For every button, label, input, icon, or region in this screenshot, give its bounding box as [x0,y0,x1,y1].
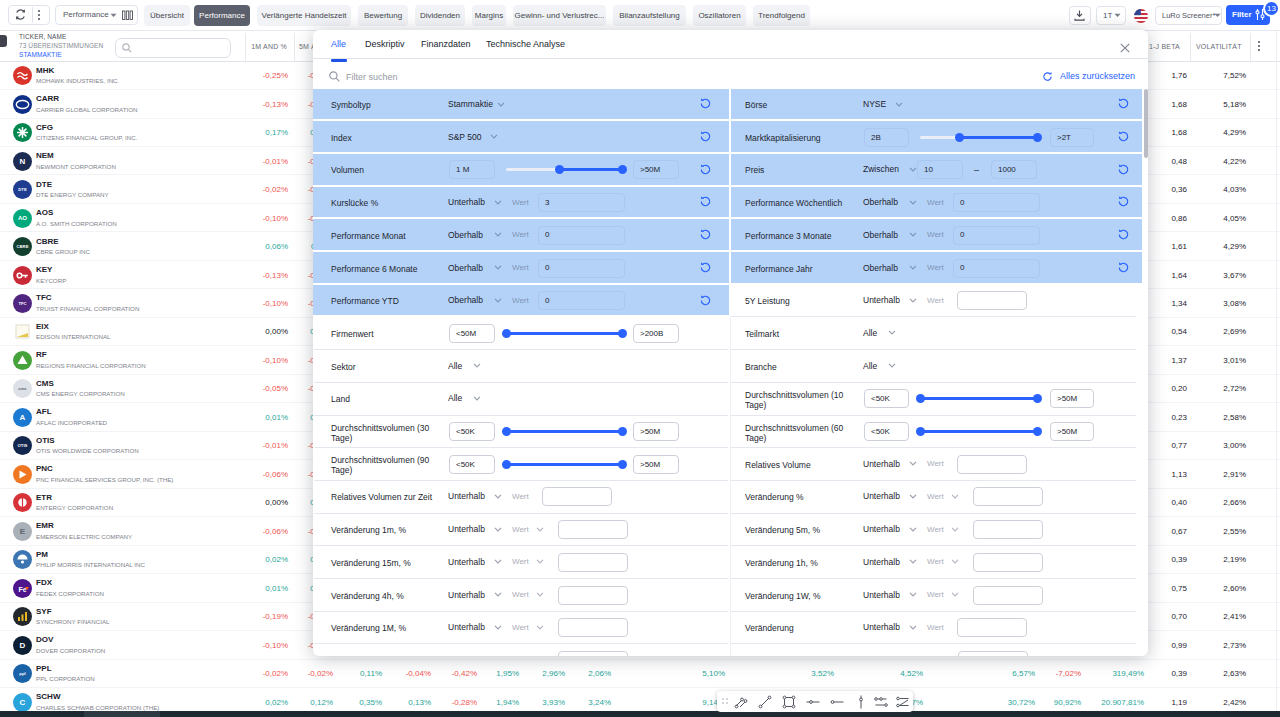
svg-text:Fe: Fe [18,585,26,592]
